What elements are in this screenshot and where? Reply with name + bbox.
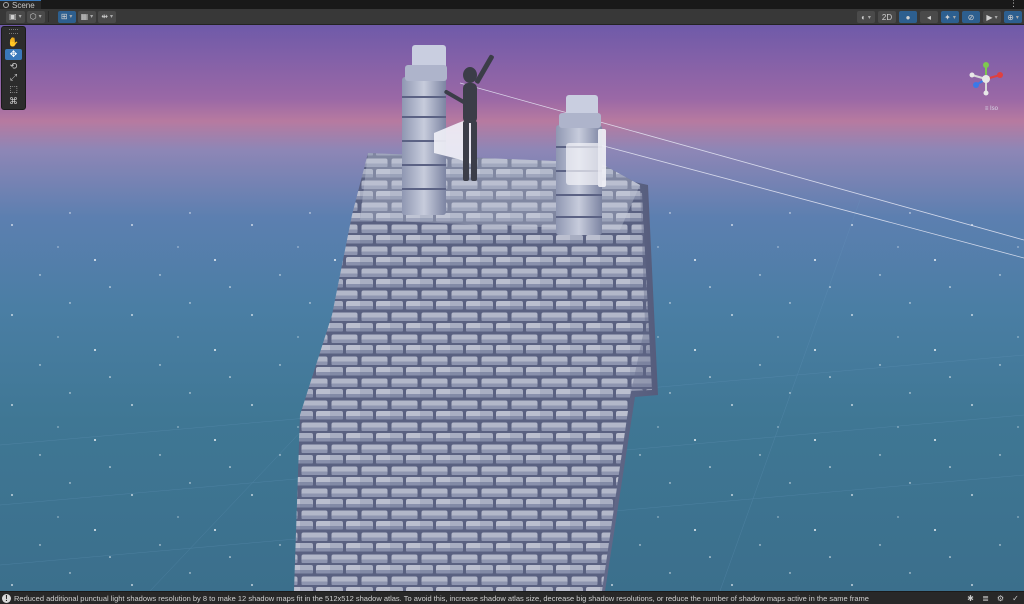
check-icon[interactable]: ✓ [1011,594,1020,603]
move-tool-button[interactable]: ✥ [5,48,22,60]
lightbulb-icon: ● [905,12,911,22]
rotate-icon: ⟲ [9,60,18,71]
more-options-icon[interactable]: ⋮ [1009,0,1018,8]
rect-tool-button[interactable]: ⬚ [5,84,22,95]
render-mode-button[interactable]: ◐ ▾ [857,11,875,23]
chevron-down-icon: ▾ [90,14,94,20]
move-icon: ✥ [9,48,18,59]
transform-tool-button[interactable]: ⌘ [5,96,22,107]
shading-mode-button[interactable]: ⬡ ▾ [26,10,45,23]
transform-icon: ⌘ [9,96,18,107]
scale-tool-button[interactable]: ⤢ [5,72,22,83]
hidden-objects-button[interactable]: ⊘ [962,11,980,23]
scene-render [0,45,1024,591]
hand-tool-button[interactable]: ✋ [5,37,22,48]
rotate-tool-button[interactable]: ⟲ [5,61,22,72]
chevron-down-icon: ▾ [867,14,871,21]
draw-mode-button[interactable]: ▣ ▾ [6,10,25,23]
status-message[interactable]: Reduced additional punctual light shadow… [14,594,869,603]
toggle-2d-button[interactable]: 2D [878,11,896,23]
scene-icon [3,2,9,8]
scene-toolbar: ▣ ▾ ⬡ ▾ ⊞ ▾ ▦ ▾ ⇹ ▾ ◐ ▾ 2D ● ◂ ✦ ▾ ⊘ ▶ ▾ ⊕ ▾ [0,9,1024,25]
snap-icon: ⇹ [101,12,108,21]
lighting-toggle-button[interactable]: ● [899,11,917,23]
tab-scene[interactable]: Scene [0,0,41,10]
grid-icon: ▦ [80,12,89,21]
eye-off-icon: ⊘ [967,12,975,22]
chevron-down-icon: ▾ [69,14,73,20]
cube-icon: ⬡ [29,12,37,21]
tool-palette: ✋ ✥ ⟲ ⤢ ⬚ ⌘ [1,26,26,110]
scene-viewport[interactable]: ≡ Iso [0,25,1024,591]
orientation-gizmo[interactable] [964,59,1008,99]
network-icon[interactable]: ⚙ [996,594,1005,603]
effects-icon: ✦ [944,12,951,22]
projection-label[interactable]: ≡ Iso [985,106,998,112]
camera-icon: ▶ [986,12,993,22]
window-titlebar: Scene ⋮ [0,0,1024,10]
scale-icon: ⤢ [9,72,18,83]
draw-mode-icon: ▣ [9,12,17,21]
camera-settings-button[interactable]: ▶ ▾ [983,11,1001,23]
chevron-down-icon: ▾ [994,14,998,21]
render-mode-icon: ◐ [861,12,866,22]
audio-toggle-button[interactable]: ◂ [920,11,938,23]
status-bar: ! Reduced additional punctual light shad… [0,591,1024,604]
effects-toggle-button[interactable]: ✦ ▾ [941,11,959,23]
status-right-icons: ✱ ≣ ⚙ ✓ [966,594,1020,603]
gizmos-menu-button[interactable]: ⊕ ▾ [1004,11,1022,23]
chevron-down-icon: ▾ [952,14,956,21]
chevron-down-icon: ▾ [1015,14,1019,21]
hand-icon: ✋ [7,36,20,47]
speaker-icon: ◂ [926,12,931,22]
warning-icon[interactable]: ! [2,593,11,603]
globe-icon: ⊕ [1007,12,1014,22]
debug-icon[interactable]: ✱ [966,594,975,603]
gizmo-toggle-button[interactable]: ⊞ ▾ [57,10,76,23]
palette-grip-handle[interactable] [9,29,18,34]
chevron-down-icon: ▾ [110,14,114,20]
chevron-down-icon: ▾ [18,14,22,20]
gizmo-icon: ⊞ [60,12,68,21]
grid-toggle-button[interactable]: ▦ ▾ [77,10,97,23]
toolbar-right-group: ◐ ▾ 2D ● ◂ ✦ ▾ ⊘ ▶ ▾ ⊕ ▾ [857,11,1022,23]
chevron-down-icon: ▾ [38,14,42,20]
toolbar-divider [47,11,49,22]
rect-icon: ⬚ [9,84,18,95]
layers-icon[interactable]: ≣ [981,594,990,603]
snap-toggle-button[interactable]: ⇹ ▾ [98,10,117,23]
